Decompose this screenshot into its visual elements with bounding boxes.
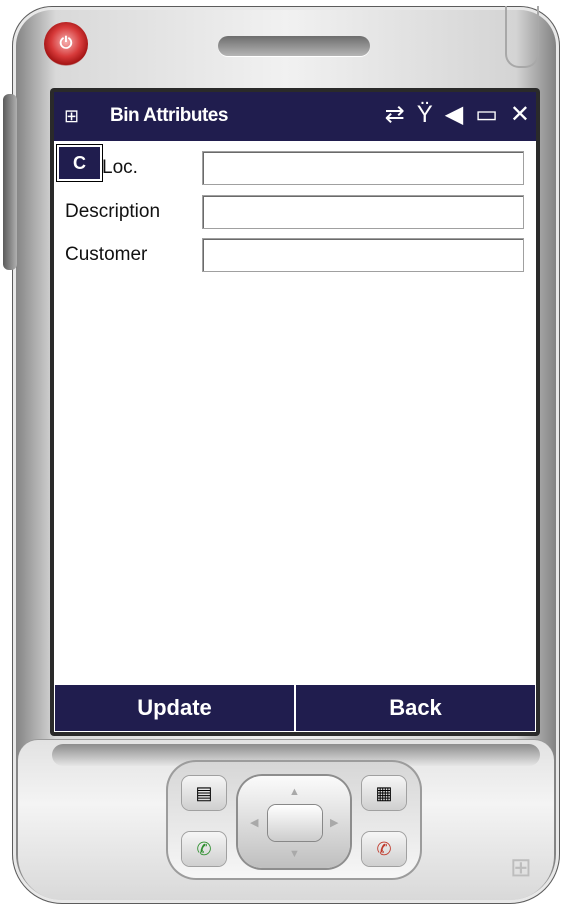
location-field[interactable] bbox=[202, 151, 524, 185]
dpad-left-icon: ◀ bbox=[250, 817, 259, 829]
close-icon[interactable]: ✕ bbox=[510, 100, 530, 129]
description-label: Description bbox=[65, 201, 161, 222]
dpad-right-icon: ▶ bbox=[330, 817, 339, 829]
power-icon: ⏻ bbox=[59, 35, 73, 52]
speaker-mute-icon[interactable]: ◀ bbox=[445, 100, 463, 129]
window-title: Bin Attributes bbox=[110, 105, 228, 126]
call-hw-button[interactable]: ✆ bbox=[182, 832, 226, 866]
clear-button[interactable]: C bbox=[56, 144, 103, 182]
call-icon: ✆ bbox=[196, 838, 212, 859]
battery-icon[interactable]: ▭ bbox=[475, 100, 498, 129]
speaker-grille bbox=[218, 36, 370, 56]
end-call-icon: ✆ bbox=[376, 838, 392, 859]
start-menu-icon[interactable]: ⊞ bbox=[64, 106, 79, 127]
windows-logo-icon: ⊞ bbox=[510, 852, 532, 882]
contacts-icon: ▤ bbox=[195, 782, 213, 803]
customer-field[interactable] bbox=[202, 238, 524, 272]
update-button[interactable]: Update bbox=[54, 684, 295, 732]
calendar-hw-button[interactable]: ▦ bbox=[362, 776, 406, 810]
back-button[interactable]: Back bbox=[295, 684, 536, 732]
stylus-slot bbox=[505, 6, 539, 68]
side-button[interactable] bbox=[3, 94, 17, 270]
calendar-icon: ▦ bbox=[375, 782, 393, 803]
power-button[interactable]: ⏻ bbox=[44, 22, 88, 66]
dpad-up-icon: ▲ bbox=[289, 786, 300, 798]
dpad-down-icon: ▼ bbox=[289, 848, 300, 860]
form-area: C Loc. Description Customer bbox=[54, 141, 536, 684]
end-call-hw-button[interactable]: ✆ bbox=[362, 832, 406, 866]
location-label: Loc. bbox=[102, 157, 138, 178]
signal-off-icon[interactable]: Ÿ bbox=[417, 101, 433, 129]
description-field[interactable] bbox=[202, 195, 524, 229]
dpad-center-button[interactable] bbox=[268, 805, 322, 841]
contacts-hw-button[interactable]: ▤ bbox=[182, 776, 226, 810]
title-bar: ⊞ Bin Attributes ⇄ Ÿ ◀ ▭ ✕ bbox=[54, 92, 536, 141]
sync-icon[interactable]: ⇄ bbox=[385, 100, 405, 129]
softkey-bar: Update Back bbox=[54, 684, 536, 732]
system-tray: ⇄ Ÿ ◀ ▭ ✕ bbox=[385, 100, 530, 129]
customer-label: Customer bbox=[65, 244, 148, 265]
